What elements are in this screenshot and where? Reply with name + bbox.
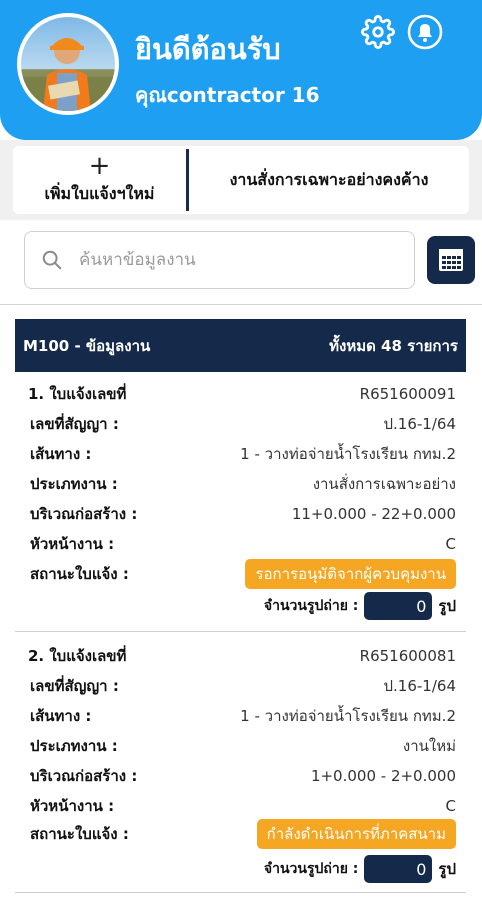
avatar[interactable] <box>17 13 119 115</box>
photo-count-row: จำนวนรูปถ่าย : 0 รูป <box>264 855 456 883</box>
section-divider <box>0 304 482 305</box>
add-notice-button[interactable]: + เพิ่มใบแจ้งฯใหม่ <box>13 146 186 214</box>
work-type-row: ประเภทงาน : งานสั่งการเฉพาะอย่าง <box>28 473 456 495</box>
pending-work-button[interactable]: งานสั่งการเฉพาะอย่างคงค้าง <box>189 146 469 214</box>
record-number: R651600081 <box>359 647 456 665</box>
record-title: 2. ใบแจ้งเลขที่ <box>28 647 127 665</box>
route-value: 1 - วางท่อจ่ายน้ำโรงเรียน กทม.2 <box>240 445 456 463</box>
work-type-label: ประเภทงาน : <box>30 475 118 493</box>
contract-value: ป.16-1/64 <box>383 677 456 695</box>
status-row: สถานะใบแจ้ง : รอการอนุมัติจากผู้ควบคุมงา… <box>28 559 456 589</box>
work-type-row: ประเภทงาน : งานใหม่ <box>28 735 456 757</box>
route-label: เส้นทาง : <box>30 445 92 463</box>
photo-count-label: จำนวนรูปถ่าย : <box>263 598 359 614</box>
area-label: บริเวณก่อสร้าง : <box>30 767 138 785</box>
action-box: + เพิ่มใบแจ้งฯใหม่ งานสั่งการเฉพาะอย่างค… <box>13 146 469 214</box>
pending-work-label: งานสั่งการเฉพาะอย่างคงค้าง <box>229 169 429 189</box>
status-label: สถานะใบแจ้ง : <box>30 825 129 843</box>
supervisor-row: หัวหน้างาน : C <box>28 795 456 817</box>
list-header: M100 - ข้อมูลงาน ทั้งหมด 48 รายการ <box>15 319 466 372</box>
contract-row: เลขที่สัญญา : ป.16-1/64 <box>28 413 456 435</box>
contract-label: เลขที่สัญญา : <box>30 415 119 433</box>
search-input[interactable] <box>79 232 414 288</box>
search-box <box>24 231 415 289</box>
bell-icon[interactable] <box>406 13 444 51</box>
photo-unit: รูป <box>438 597 456 615</box>
contract-row: เลขที่สัญญา : ป.16-1/64 <box>28 675 456 697</box>
avatar-image <box>21 17 115 111</box>
status-label: สถานะใบแจ้ง : <box>30 565 129 583</box>
welcome-title: ยินดีต้อนรับ <box>135 32 281 66</box>
app-header: ยินดีต้อนรับ คุณcontractor 16 <box>0 0 482 140</box>
contract-value: ป.16-1/64 <box>383 415 456 433</box>
work-type-value: งานสั่งการเฉพาะอย่าง <box>312 475 456 493</box>
username: คุณcontractor 16 <box>135 83 320 107</box>
supervisor-row: หัวหน้างาน : C <box>28 533 456 555</box>
route-value: 1 - วางท่อจ่ายน้ำโรงเรียน กทม.2 <box>240 707 456 725</box>
work-type-value: งานใหม่ <box>402 737 456 755</box>
route-row: เส้นทาง : 1 - วางท่อจ่ายน้ำโรงเรียน กทม.… <box>28 705 456 727</box>
status-row: สถานะใบแจ้ง : กำลังดำเนินการที่ภาคสนาม <box>28 819 456 849</box>
photo-count-row: จำนวนรูปถ่าย : 0 รูป <box>264 592 456 620</box>
gear-icon[interactable] <box>359 13 397 51</box>
record-card[interactable]: 1. ใบแจ้งเลขที่ R651600091 เลขที่สัญญา :… <box>28 383 456 623</box>
work-type-label: ประเภทงาน : <box>30 737 118 755</box>
area-value: 11+0.000 - 22+0.000 <box>291 505 456 523</box>
supervisor-label: หัวหน้างาน : <box>30 535 115 553</box>
supervisor-value: C <box>445 535 456 553</box>
photo-count-value: 0 <box>364 592 433 620</box>
list-title: M100 - ข้อมูลงาน <box>23 336 151 355</box>
photo-count-value: 0 <box>364 855 433 883</box>
area-row: บริเวณก่อสร้าง : 11+0.000 - 22+0.000 <box>28 503 456 525</box>
record-card[interactable]: 2. ใบแจ้งเลขที่ R651600081 เลขที่สัญญา :… <box>28 645 456 885</box>
area-label: บริเวณก่อสร้าง : <box>30 505 138 523</box>
record-divider <box>15 892 466 893</box>
contract-label: เลขที่สัญญา : <box>30 677 119 695</box>
action-bar: + เพิ่มใบแจ้งฯใหม่ งานสั่งการเฉพาะอย่างค… <box>0 140 482 220</box>
calendar-button[interactable] <box>427 236 475 284</box>
status-badge: รอการอนุมัติจากผู้ควบคุมงาน <box>245 559 456 589</box>
calendar-icon <box>439 249 463 271</box>
record-number: R651600091 <box>359 385 456 403</box>
area-value: 1+0.000 - 2+0.000 <box>310 767 456 785</box>
record-number-row: 2. ใบแจ้งเลขที่ R651600081 <box>28 645 456 667</box>
add-notice-label: เพิ่มใบแจ้งฯใหม่ <box>44 183 155 203</box>
record-title: 1. ใบแจ้งเลขที่ <box>28 385 127 403</box>
route-label: เส้นทาง : <box>30 707 92 725</box>
supervisor-label: หัวหน้างาน : <box>30 797 115 815</box>
record-number-row: 1. ใบแจ้งเลขที่ R651600091 <box>28 383 456 405</box>
area-row: บริเวณก่อสร้าง : 1+0.000 - 2+0.000 <box>28 765 456 787</box>
record-divider <box>15 631 466 632</box>
supervisor-value: C <box>445 797 456 815</box>
plus-icon: + <box>88 150 111 181</box>
search-icon <box>25 249 79 271</box>
status-badge: กำลังดำเนินการที่ภาคสนาม <box>256 819 456 849</box>
photo-count-label: จำนวนรูปถ่าย : <box>263 861 359 877</box>
photo-unit: รูป <box>438 860 456 878</box>
route-row: เส้นทาง : 1 - วางท่อจ่ายน้ำโรงเรียน กทม.… <box>28 443 456 465</box>
list-total: ทั้งหมด 48 รายการ <box>329 336 458 355</box>
